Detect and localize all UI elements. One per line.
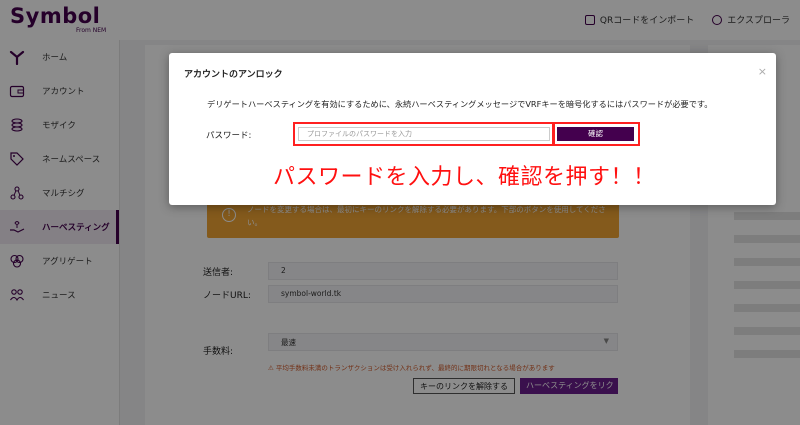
- modal-description: デリゲートハーベスティングを有効にするために、永続ハーベスティングメッセージでV…: [207, 99, 713, 109]
- unlock-account-modal: アカウントのアンロック × デリゲートハーベスティングを有効にするために、永続ハ…: [169, 53, 776, 205]
- close-icon[interactable]: ×: [758, 65, 767, 78]
- password-highlight-box: [293, 122, 555, 146]
- modal-title: アカウントのアンロック: [184, 70, 283, 80]
- password-input[interactable]: [298, 127, 550, 141]
- confirm-button[interactable]: 確認: [557, 127, 634, 141]
- password-label: パスワード:: [206, 131, 252, 141]
- confirm-highlight-box: 確認: [552, 122, 640, 146]
- instruction-annotation: パスワードを入力し、確認を押す！！: [273, 165, 656, 190]
